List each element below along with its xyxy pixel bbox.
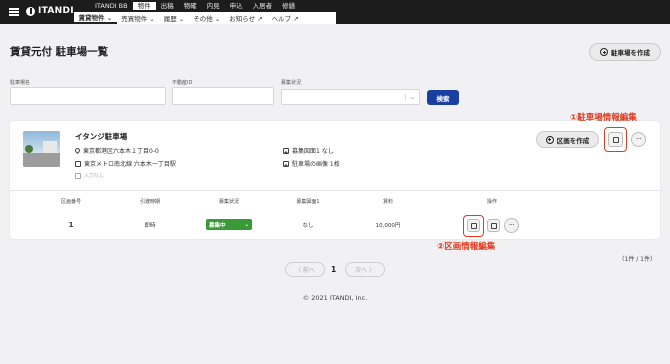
location-pin-icon	[73, 146, 82, 155]
parking-lot-card: イタンジ駐車場 東京都港区六本木１丁目0-0 東京メトロ南北線 六本木一丁目駅 …	[10, 121, 660, 239]
lot-more-button[interactable]: ···	[631, 132, 646, 147]
cell-plan: なし	[302, 223, 314, 229]
section-edit-button[interactable]	[467, 219, 480, 232]
itandi-logo[interactable]: ITANDI	[26, 6, 74, 16]
real-estate-id-input[interactable]	[172, 87, 274, 105]
top-nav-viewing[interactable]: 内見	[202, 2, 225, 10]
lot-name[interactable]: イタンジ駐車場	[75, 131, 127, 142]
section-more-button[interactable]: ···	[504, 218, 519, 233]
menu-icon[interactable]	[9, 8, 19, 16]
note-icon	[75, 172, 81, 179]
recruit-status-select[interactable]: ⌄	[281, 89, 420, 105]
edit-icon	[612, 136, 619, 143]
top-nav-listing[interactable]: 出稿	[156, 2, 179, 10]
lot-note: 入力なし	[75, 172, 104, 179]
sub-nav-history[interactable]: 履歴 ⌄	[159, 13, 189, 23]
th-handover: 引渡時期	[139, 199, 161, 205]
sub-nav-other[interactable]: その他 ⌄	[189, 13, 225, 23]
top-nav-application[interactable]: 申込	[225, 2, 248, 10]
recruit-status-label: 募集状況	[281, 80, 302, 86]
chevron-down-icon: ⌄	[404, 94, 415, 101]
lot-edit-button[interactable]	[608, 132, 623, 147]
th-plan: 募集図面1	[296, 199, 320, 205]
chevron-down-icon: ⌄	[244, 221, 249, 228]
top-nav-property[interactable]: 物件	[132, 2, 156, 10]
prev-page-button[interactable]: 〈 前へ	[285, 262, 325, 277]
create-lot-label: 駐車場を作成	[611, 49, 650, 57]
cell-handover: 即時	[144, 223, 156, 229]
th-status: 募集状況	[218, 199, 240, 205]
top-nav: ITANDI BB 物件 出稿 物確 内見 申込 入居者 修繕	[90, 2, 300, 10]
image-icon	[283, 160, 289, 167]
lot-images-text: 駐車場の画像 1枚	[292, 161, 340, 168]
lot-name-label: 駐車場名	[10, 80, 31, 86]
logo-text: ITANDI	[38, 6, 74, 16]
lot-address: 東京都港区六本木１丁目0-0	[73, 146, 159, 155]
sub-nav-rental[interactable]: 賃貸物件 ⌄	[74, 12, 117, 24]
plus-circle-icon	[600, 48, 608, 56]
th-section-number: 区画番号	[60, 199, 82, 205]
current-page[interactable]: 1	[331, 265, 336, 274]
cell-section-number[interactable]: 1	[69, 221, 74, 229]
lot-note-text: 入力なし	[84, 173, 105, 179]
th-rent: 賃料	[382, 199, 394, 205]
footer-copyright: © 2021 ITANDI, Inc.	[302, 294, 368, 302]
page-title: 賃貸元付 駐車場一覧	[10, 46, 109, 58]
image-icon	[283, 147, 289, 154]
lot-station-text: 東京メトロ南北線 六本木一丁目駅	[84, 161, 176, 168]
itandi-logo-icon	[26, 6, 35, 16]
sub-nav-news[interactable]: お知らせ ↗	[225, 13, 267, 23]
create-section-label: 区画を作成	[556, 136, 590, 145]
lot-images: 駐車場の画像 1枚	[283, 159, 340, 168]
train-icon	[75, 160, 81, 167]
sub-nav-sale[interactable]: 売買物件 ⌄	[117, 13, 160, 23]
sub-nav-help[interactable]: ヘルプ ↗	[267, 13, 303, 23]
th-actions: 操作	[486, 199, 498, 205]
edit-icon	[470, 222, 477, 229]
status-value: 募集中	[209, 222, 226, 229]
section-edit-annotation: ②区画情報編集	[437, 242, 496, 252]
result-count: （1件 / 1件）	[618, 256, 656, 263]
lot-station: 東京メトロ南北線 六本木一丁目駅	[75, 159, 176, 168]
lot-address-text: 東京都港区六本木１丁目0-0	[83, 148, 159, 155]
checklist-icon	[490, 222, 497, 229]
more-icon: ···	[508, 221, 515, 229]
search-button[interactable]: 検索	[427, 90, 459, 105]
top-bar: ITANDI ITANDI BB 物件 出稿 物確 内見 申込 入居者 修繕 賃…	[0, 0, 670, 24]
create-lot-button[interactable]: 駐車場を作成	[589, 43, 661, 61]
lot-name-input[interactable]	[10, 87, 166, 105]
parking-lot-thumbnail[interactable]	[23, 131, 60, 167]
next-page-button[interactable]: 次へ 〉	[345, 262, 385, 277]
plus-circle-icon	[545, 135, 554, 144]
card-divider	[10, 190, 660, 191]
cell-rent: 10,000円	[375, 223, 401, 229]
create-section-button[interactable]: 区画を作成	[536, 131, 599, 148]
more-icon: ···	[635, 135, 642, 143]
top-nav-tenant[interactable]: 入居者	[248, 2, 278, 10]
top-nav-confirm[interactable]: 物確	[179, 2, 202, 10]
status-select[interactable]: 募集中 ⌄	[206, 219, 252, 230]
lot-plan-image-text: 募集図面1 なし	[292, 148, 334, 155]
sub-nav: 賃貸物件 ⌄ 売買物件 ⌄ 履歴 ⌄ その他 ⌄ お知らせ ↗ ヘルプ ↗	[74, 12, 336, 24]
lot-plan-image: 募集図面1 なし	[283, 146, 334, 155]
real-estate-id-label: 不動産ID	[172, 80, 193, 86]
section-check-button[interactable]	[487, 219, 500, 232]
top-nav-repair[interactable]: 修繕	[277, 2, 300, 10]
top-nav-itandi-bb[interactable]: ITANDI BB	[90, 2, 133, 10]
